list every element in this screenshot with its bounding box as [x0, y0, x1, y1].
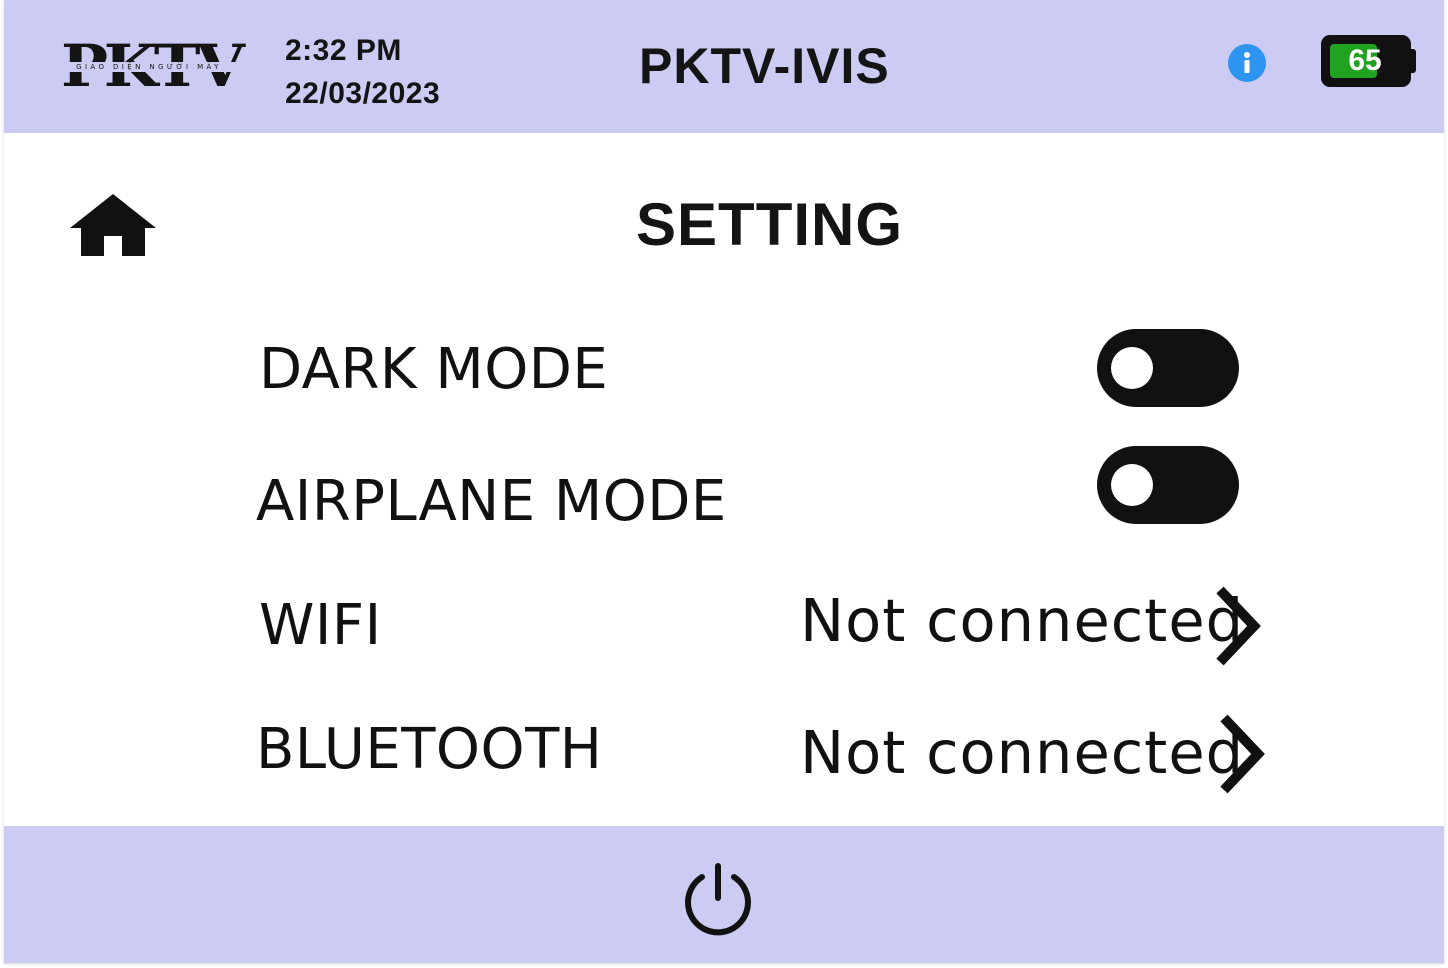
app-title: PKTV-IVIS [639, 38, 890, 94]
home-icon[interactable] [70, 192, 156, 258]
pktv-logo: PKTV GIAO DIỆN NGƯỜI MÁY [61, 37, 245, 95]
power-icon[interactable] [680, 860, 756, 936]
toggle-knob [1111, 464, 1153, 506]
bluetooth-label: BLUETOOTH [256, 717, 603, 782]
time-text: 2:32 PM [285, 34, 402, 67]
toggle-knob [1111, 347, 1153, 389]
dark-mode-toggle[interactable] [1097, 329, 1239, 407]
wifi-status-link[interactable]: Not connected [800, 580, 1272, 670]
chevron-right-icon [1212, 580, 1270, 668]
screen-frame: PKTV GIAO DIỆN NGƯỜI MÁY 2:32 PM 22/03/2… [4, 0, 1444, 963]
chevron-right-icon [1216, 712, 1274, 800]
battery-indicator: 65 [1321, 35, 1416, 87]
wifi-status-text: Not connected [800, 586, 1245, 655]
battery-cap [1410, 49, 1416, 73]
page-title: SETTING [636, 191, 904, 258]
airplane-mode-toggle[interactable] [1097, 446, 1239, 524]
dark-mode-label: DARK MODE [259, 337, 609, 402]
airplane-mode-label: AIRPLANE MODE [256, 469, 727, 534]
header-bar: PKTV GIAO DIỆN NGƯỜI MÁY 2:32 PM 22/03/2… [4, 0, 1444, 133]
logo-subtext: GIAO DIỆN NGƯỜI MÁY [63, 62, 235, 72]
date-time: 2:32 PM 22/03/2023 [285, 29, 440, 115]
battery-level-text: 65 [1348, 44, 1382, 77]
date-text: 22/03/2023 [285, 77, 441, 110]
bluetooth-status-link[interactable]: Not connected [800, 712, 1276, 802]
wifi-label: WIFI [259, 593, 382, 658]
info-icon[interactable] [1228, 44, 1266, 82]
footer-bar [4, 826, 1444, 963]
bluetooth-status-text: Not connected [800, 718, 1245, 787]
